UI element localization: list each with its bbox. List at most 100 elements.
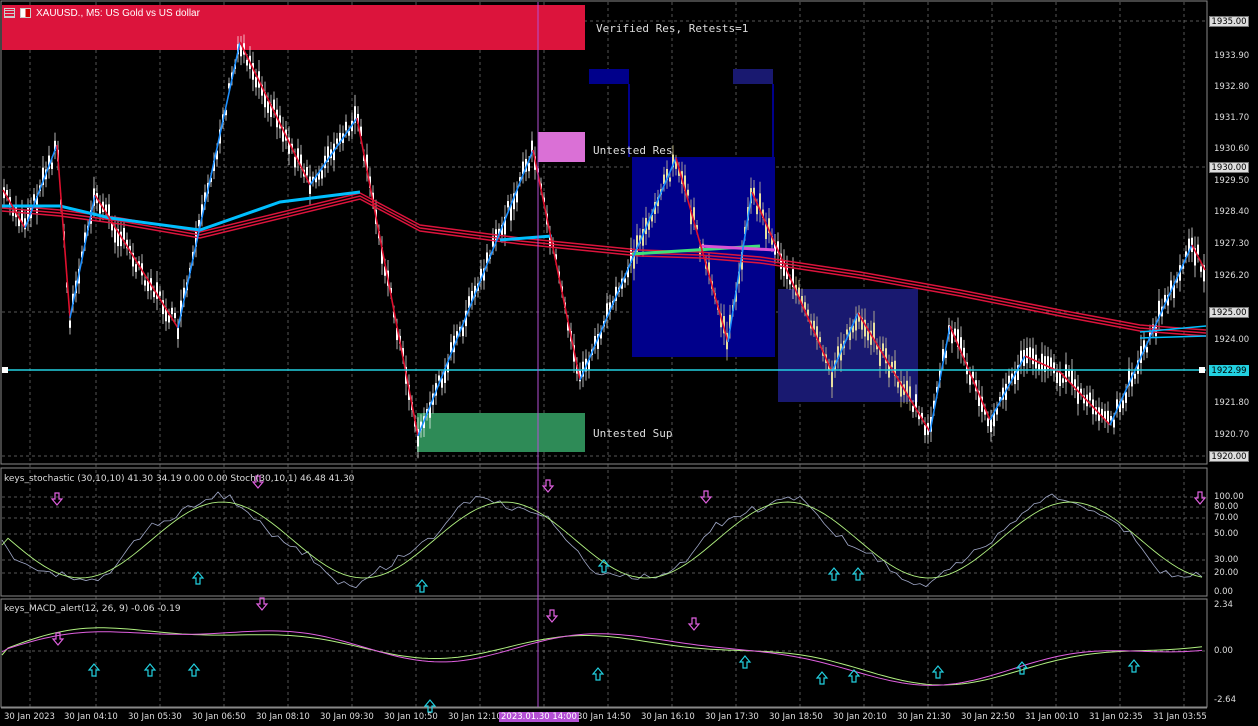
alert-up-arrow-icon [851, 567, 865, 581]
candle-body [438, 375, 440, 381]
time-label: 30 Jan 05:30 [128, 712, 182, 722]
alert-up-arrow-icon [423, 699, 437, 713]
verified-res-label: Verified Res, Retests=1 [596, 22, 749, 35]
stoch-level: 50.00 [1214, 529, 1239, 539]
candle-body [255, 76, 257, 88]
price-label: 1921.80 [1214, 398, 1250, 408]
stoch-pane-frame [0, 467, 1208, 597]
candle-body [987, 418, 989, 427]
candle-body [831, 371, 833, 388]
price-label: 1930.60 [1214, 144, 1250, 154]
stoch-level: 80.00 [1214, 502, 1239, 512]
candle-body [528, 163, 530, 172]
candle-body [1026, 348, 1028, 364]
stoch-level: 70.00 [1214, 513, 1239, 523]
candle-body [1050, 357, 1052, 368]
stoch-level: 100.00 [1214, 492, 1244, 502]
candle-body [1197, 244, 1199, 255]
alert-up-arrow-icon [191, 571, 205, 585]
ma-red-line [1, 195, 1207, 334]
time-label: 30 Jan 2023 [4, 712, 55, 722]
candle-body [1056, 372, 1058, 384]
candle-body [1200, 266, 1202, 272]
alert-up-arrow-icon [591, 667, 605, 681]
untested-sup-label: Untested Sup [593, 427, 673, 440]
zigzag-segment [94, 194, 179, 329]
alert-down-arrow-icon [255, 597, 269, 611]
macd-label: keys_MACD_alert(12, 26, 9) -0.06 -0.19 [4, 604, 181, 614]
candle-body [159, 291, 161, 296]
candle-body [1071, 369, 1073, 385]
crosshair-time-label: 2023.01.30 14:00 [499, 712, 579, 722]
macd-level: -2.64 [1214, 695, 1236, 705]
chart-title-bar: XAUUSD., M5: US Gold vs US dollar [4, 3, 200, 23]
candle-body [171, 307, 173, 315]
stoch-level: 0.00 [1214, 587, 1233, 597]
candle-body [924, 425, 926, 436]
candle-body [819, 337, 821, 343]
candle-body [915, 394, 917, 408]
zigzag-segment [239, 41, 311, 186]
candle-body [345, 121, 347, 131]
alert-up-arrow-icon [415, 579, 429, 593]
zigzag-segment [417, 149, 534, 437]
macd-main-line [1, 627, 1203, 686]
candle-body [1077, 386, 1079, 404]
macd-pane-frame [0, 598, 1208, 708]
alert-up-arrow-icon [931, 665, 945, 679]
alert-up-arrow-icon [87, 663, 101, 677]
alert-down-arrow-icon [545, 609, 559, 623]
current-price-tag: 1922.99 [1209, 365, 1249, 376]
blue-zone-small [589, 69, 629, 84]
price-label: 1928.40 [1214, 207, 1250, 217]
candle-body [1053, 362, 1055, 374]
candle-body [294, 156, 296, 168]
alert-up-arrow-icon [738, 655, 752, 669]
candle-body [267, 101, 269, 113]
time-label: 30 Jan 06:50 [192, 712, 246, 722]
candle-body [1062, 378, 1064, 383]
alert-down-arrow-icon [1193, 491, 1207, 505]
price-tag-1930: 1930.00 [1209, 162, 1249, 173]
candle-body [306, 167, 308, 176]
candle-body [33, 194, 35, 201]
price-tag-1935: 1935.00 [1209, 16, 1249, 27]
symbol-title: XAUUSD., M5: US Gold vs US dollar [36, 7, 200, 19]
candle-body [246, 59, 248, 66]
alert-up-arrow-icon [1127, 659, 1141, 673]
alert-down-arrow-icon [541, 479, 555, 493]
blue-zone-small [733, 69, 773, 84]
candle-body [1125, 392, 1127, 403]
untested-res-zone [538, 132, 585, 162]
time-label: 31 Jan 02:35 [1089, 712, 1143, 722]
time-label: 31 Jan 03:55 [1153, 712, 1207, 722]
alert-up-arrow-icon [597, 559, 611, 573]
candle-body [168, 315, 170, 323]
candle-body [177, 327, 179, 340]
chart-canvas[interactable] [0, 0, 1258, 726]
candle-body [1068, 370, 1070, 377]
price-label: 1926.20 [1214, 271, 1250, 281]
price-label: 1924.00 [1214, 335, 1250, 345]
candle-body [336, 138, 338, 144]
price-tag-1920: 1920.00 [1209, 451, 1249, 462]
macd-level: 2.34 [1214, 600, 1233, 610]
candle-body [669, 177, 671, 182]
zigzag-segment [532, 149, 581, 381]
alert-down-arrow-icon [687, 617, 701, 631]
alert-down-arrow-icon [50, 492, 64, 506]
alert-up-arrow-icon [187, 663, 201, 677]
time-label: 30 Jan 10:50 [384, 712, 438, 722]
time-label: 30 Jan 17:30 [705, 712, 759, 722]
chart-grid-icon[interactable] [4, 8, 15, 18]
candle-body [69, 320, 71, 328]
candle-body [144, 280, 146, 286]
candle-body [990, 419, 992, 433]
price-label: 1933.90 [1214, 51, 1250, 61]
untested-sup-zone [417, 413, 585, 452]
price-label: 1920.70 [1214, 430, 1250, 440]
time-label: 30 Jan 16:10 [641, 712, 695, 722]
flag-icon [20, 8, 31, 18]
zigzag-segment [949, 325, 991, 421]
price-label: 1931.70 [1214, 113, 1250, 123]
